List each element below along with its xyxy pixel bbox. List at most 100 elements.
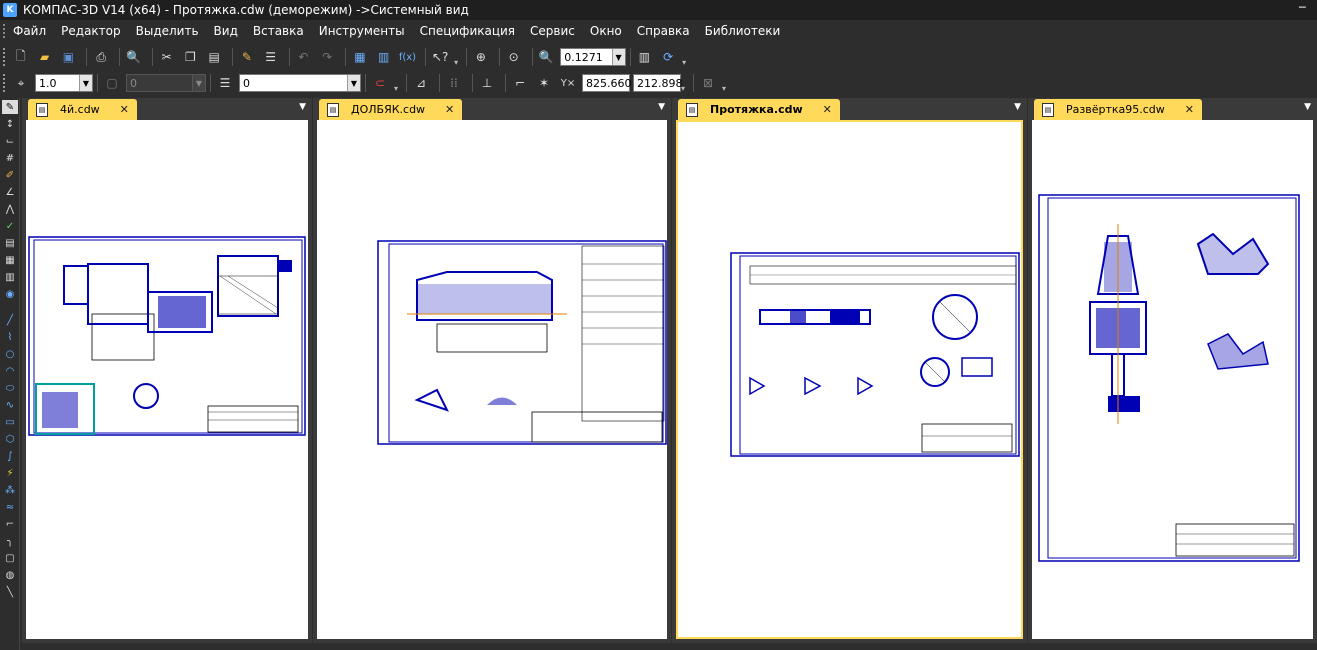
polyline-icon[interactable]: ⌇ bbox=[2, 330, 18, 344]
zoom-fit-icon[interactable]: ⊙ bbox=[504, 47, 524, 67]
snap-params-icon[interactable]: ✶ bbox=[534, 73, 554, 93]
insert-tool-icon[interactable]: ▦ bbox=[2, 253, 18, 267]
window-list-icon[interactable]: ▼ bbox=[299, 102, 306, 112]
menu-service[interactable]: Сервис bbox=[530, 24, 575, 38]
document-tab-4[interactable]: ▤ Развёртка95.cdw ✕ bbox=[1034, 99, 1202, 120]
fragment-tool-icon[interactable]: ▥ bbox=[2, 270, 18, 284]
edit-tool-icon[interactable]: # bbox=[2, 151, 18, 165]
designations-tool-icon[interactable]: ⌙ bbox=[2, 134, 18, 148]
menu-insert[interactable]: Вставка bbox=[253, 24, 304, 38]
copy-icon[interactable]: ❐ bbox=[181, 47, 201, 67]
chevron-down-icon[interactable]: ▼ bbox=[347, 75, 360, 91]
undo-icon[interactable]: ↶ bbox=[294, 47, 314, 67]
snap-magnet-icon[interactable]: ⊂ bbox=[370, 73, 390, 93]
snap-dropdown-icon[interactable]: ▾ bbox=[394, 73, 402, 93]
zoom-window-icon[interactable]: ⊕ bbox=[471, 47, 491, 67]
ellipse-icon[interactable]: ⬭ bbox=[2, 381, 18, 395]
fillet-icon[interactable]: ╮ bbox=[2, 534, 18, 548]
toolbar-overflow-icon[interactable]: ▾ bbox=[682, 47, 690, 67]
params-tool-icon[interactable]: ✐ bbox=[2, 168, 18, 182]
window-list-icon[interactable]: ▼ bbox=[658, 102, 665, 112]
view-state-icon[interactable]: ▢ bbox=[102, 73, 122, 93]
offset-icon[interactable]: ≈ bbox=[2, 500, 18, 514]
window-list-icon[interactable]: ▼ bbox=[1014, 102, 1021, 112]
measure-tool-icon[interactable]: ∠ bbox=[2, 185, 18, 199]
library-icon[interactable]: ▥ bbox=[374, 47, 394, 67]
manager-icon[interactable]: ▦ bbox=[350, 47, 370, 67]
open-folder-icon[interactable]: ▰ bbox=[35, 47, 55, 67]
hatch-icon[interactable]: ⚡ bbox=[2, 466, 18, 480]
axis-icon[interactable]: ╲ bbox=[2, 585, 18, 599]
grid-icon[interactable]: ⁞⁞ bbox=[444, 73, 464, 93]
format-brush-icon[interactable]: ✎ bbox=[237, 47, 257, 67]
document-tab-3[interactable]: ▤ Протяжка.cdw ✕ bbox=[678, 99, 840, 120]
polygon-icon[interactable]: ⬡ bbox=[2, 432, 18, 446]
print-icon[interactable]: ⎙ bbox=[91, 47, 111, 67]
collection-icon[interactable]: ◍ bbox=[2, 568, 18, 582]
menu-specification[interactable]: Спецификация bbox=[420, 24, 515, 38]
pan-icon[interactable]: ▥ bbox=[635, 47, 655, 67]
menu-view[interactable]: Вид bbox=[214, 24, 238, 38]
save-icon[interactable]: ▣ bbox=[59, 47, 79, 67]
help-pointer-icon[interactable]: ↖? bbox=[430, 47, 450, 67]
toolbar-grip[interactable] bbox=[3, 74, 7, 92]
drawing-canvas-2[interactable] bbox=[317, 120, 667, 639]
toolbar-overflow-icon[interactable]: ▾ bbox=[681, 73, 689, 93]
rectangle-icon[interactable]: ▭ bbox=[2, 415, 18, 429]
refresh-icon[interactable]: ⟳ bbox=[658, 47, 678, 67]
cursor-step-combo[interactable]: 1.0 ▼ bbox=[35, 74, 93, 92]
menu-tools[interactable]: Инструменты bbox=[319, 24, 405, 38]
select-tool-icon[interactable]: ⋀ bbox=[2, 202, 18, 216]
drawing-canvas-1[interactable] bbox=[26, 120, 308, 639]
dimensions-tool-icon[interactable]: ↕ bbox=[2, 117, 18, 131]
drawing-canvas-3[interactable] bbox=[676, 120, 1023, 639]
menu-select[interactable]: Выделить bbox=[136, 24, 199, 38]
paste-icon[interactable]: ▤ bbox=[204, 47, 224, 67]
cut-icon[interactable]: ✂ bbox=[157, 47, 177, 67]
minimize-icon[interactable]: ─ bbox=[1299, 2, 1311, 14]
layer-combo[interactable]: 0 ▼ bbox=[239, 74, 361, 92]
coordinates-icon[interactable]: Y× bbox=[558, 73, 578, 93]
zoom-scale-combo[interactable]: 0.1271 ▼ bbox=[560, 48, 626, 66]
menu-grip[interactable] bbox=[3, 24, 7, 38]
toolbar-grip[interactable] bbox=[3, 48, 7, 66]
menu-help[interactable]: Справка bbox=[637, 24, 690, 38]
preview-icon[interactable]: 🔍 bbox=[124, 47, 144, 67]
close-icon[interactable]: ✕ bbox=[120, 103, 129, 116]
menu-file[interactable]: Файл bbox=[13, 24, 46, 38]
contour-icon[interactable]: ▢ bbox=[2, 551, 18, 565]
geometry-tool-icon[interactable]: ✎ bbox=[2, 100, 18, 114]
view-combo[interactable]: 0 ▼ bbox=[126, 74, 206, 92]
layers-icon[interactable]: ☰ bbox=[215, 73, 235, 93]
zoom-scale-icon[interactable]: 🔍 bbox=[537, 47, 557, 67]
arc-icon[interactable]: ◠ bbox=[2, 364, 18, 378]
ortho-icon[interactable]: ⊥ bbox=[477, 73, 497, 93]
spec-tool-icon[interactable]: ✓ bbox=[2, 219, 18, 233]
variables-icon[interactable]: f(x) bbox=[398, 47, 418, 67]
menu-libraries[interactable]: Библиотеки bbox=[705, 24, 781, 38]
stop-command-icon[interactable]: ⊠ bbox=[698, 73, 718, 93]
local-cs-icon[interactable]: ⊿ bbox=[411, 73, 431, 93]
document-tab-2[interactable]: ▤ ДОЛБЯК.cdw ✕ bbox=[319, 99, 463, 120]
reports-tool-icon[interactable]: ▤ bbox=[2, 236, 18, 250]
redo-icon[interactable]: ↷ bbox=[317, 47, 337, 67]
chevron-down-icon[interactable]: ▼ bbox=[79, 75, 92, 91]
close-icon[interactable]: ✕ bbox=[1185, 103, 1194, 116]
toolbar-overflow-icon[interactable]: ▾ bbox=[454, 47, 462, 67]
menu-window[interactable]: Окно bbox=[590, 24, 622, 38]
close-icon[interactable]: ✕ bbox=[445, 103, 454, 116]
grid-snap-icon[interactable]: ⌖ bbox=[11, 73, 31, 93]
drawing-canvas-4[interactable] bbox=[1032, 120, 1313, 639]
window-list-icon[interactable]: ▼ bbox=[1304, 102, 1311, 112]
bezier-icon[interactable]: ∫ bbox=[2, 449, 18, 463]
chevron-down-icon[interactable]: ▼ bbox=[611, 49, 625, 65]
coord-y-field[interactable]: 212.898 bbox=[633, 74, 683, 92]
point-icon[interactable]: ⁂ bbox=[2, 483, 18, 497]
new-document-icon[interactable]: 🗋 bbox=[11, 47, 31, 67]
close-icon[interactable]: ✕ bbox=[823, 103, 832, 116]
view-tool-icon[interactable]: ◉ bbox=[2, 287, 18, 301]
document-tab-1[interactable]: ▤ 4й.cdw ✕ bbox=[28, 99, 137, 120]
circle-icon[interactable]: ○ bbox=[2, 347, 18, 361]
round-icon[interactable]: ⌐ bbox=[510, 73, 530, 93]
chevron-down-icon[interactable]: ▼ bbox=[192, 75, 205, 91]
